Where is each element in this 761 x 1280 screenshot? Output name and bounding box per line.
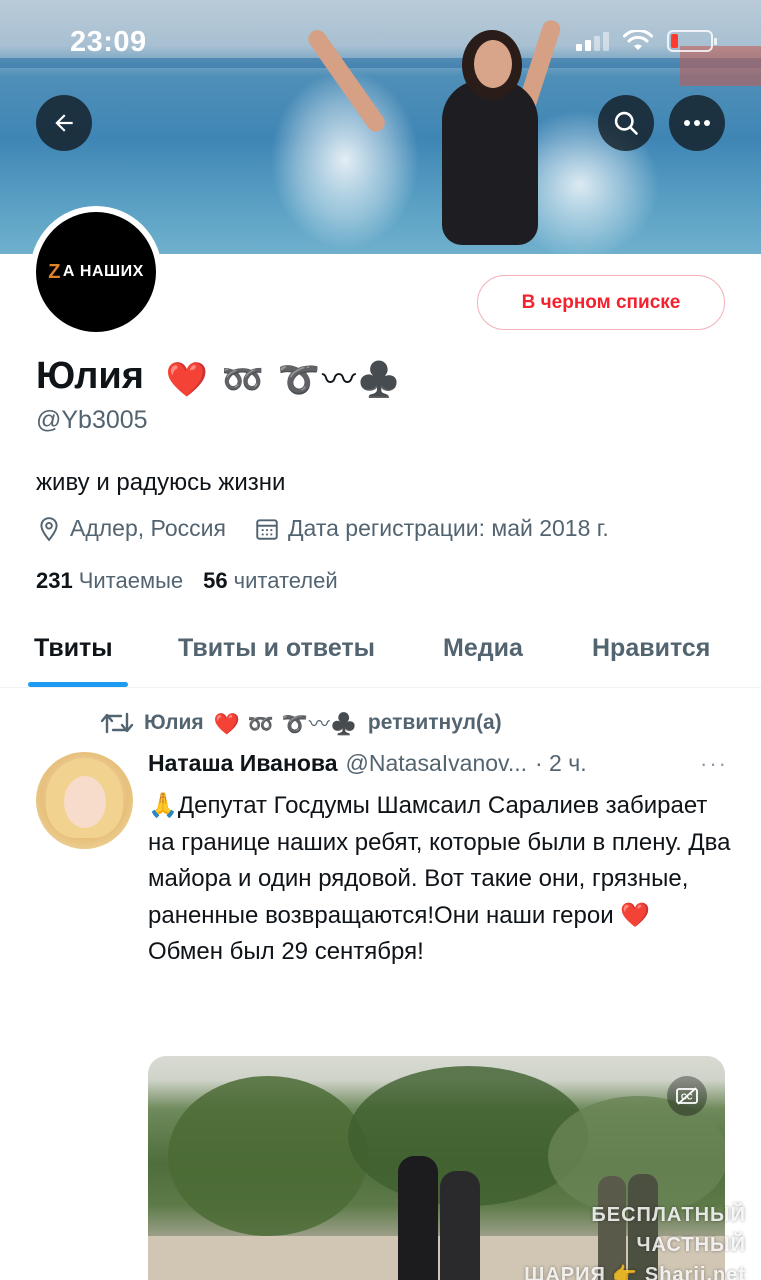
media-person [398,1156,438,1280]
tab-tweets[interactable]: Твиты [34,634,113,663]
profile-name: Юлия ❤️ ➿ ➰〰♣️ [36,352,402,401]
tweet-more-button[interactable]: ··· [700,751,728,777]
tweet-header: Наташа Иванова @NatasaIvanov... · 2 ч. ·… [148,750,728,777]
banner-figure [442,80,538,245]
display-name: Юлия [36,355,144,397]
join-date-text: Дата регистрации: май 2018 г. [287,515,609,541]
location-text: Адлер, Россия [70,515,226,541]
join-date: Дата регистрации: май 2018 г. [254,515,609,542]
retweeter-name: Юлия [144,711,204,734]
status-time: 23:09 [70,26,147,58]
blocked-button[interactable]: В черном списке [477,275,725,330]
active-tab-indicator [28,682,128,687]
watermark: БЕСПЛАТНЫЙ ЧАСТНЫЙ ШАРИЯ 👉 Sharij.net [486,1200,746,1280]
retweet-context[interactable]: Юлия ❤️ ➿ ➰〰♣️ ретвитнул(а) [100,708,502,738]
arrow-left-icon [55,114,73,132]
following-count: 231 [36,568,73,593]
back-button[interactable] [36,95,92,151]
cellular-signal-icon [576,31,609,51]
display-name-emoji: ❤️ ➿ ➰〰♣️ [165,361,403,399]
tweet-text: 🙏Депутат Госдумы Шамсаил Саралиев забира… [148,792,731,929]
status-icons [576,30,717,52]
media-trees [168,1076,368,1236]
tweet-body[interactable]: 🙏Депутат Госдумы Шамсаил Саралиев забира… [148,788,738,971]
following-label: Читаемые [78,568,184,593]
avatar-text: А НАШИХ [62,263,144,280]
tweet-text-line2: Обмен был 29 сентября! [148,938,424,965]
captions-button[interactable]: CC [667,1076,707,1116]
avatar-face [64,776,106,828]
profile-bio: живу и радуюсь жизни [36,469,286,496]
captions-off-icon: CC [676,1087,698,1105]
tweet-author-avatar[interactable] [36,752,133,849]
banner-splash [270,70,420,250]
tweet-author-name[interactable]: Наташа Иванова [148,750,338,777]
followers-count: 56 [203,568,228,593]
banner-horizon [0,58,761,68]
tweet-time[interactable]: · 2 ч. [535,750,587,777]
more-horizontal-icon [684,120,710,126]
retweet-icon [100,712,134,734]
search-button[interactable] [598,95,654,151]
search-icon [614,111,638,135]
banner-pier [680,46,761,86]
location-pin-icon [40,516,58,541]
battery-icon [667,30,717,52]
wifi-icon [623,30,653,50]
profile-tabs: Твиты Твиты и ответы Медиа Нравится [0,620,761,688]
profile-meta: Адлер, Россия Дата регистрации: май 2018… [36,515,609,542]
retweeter-emoji: ❤️ ➿ ➰〰♣️ [213,713,358,736]
banner-figure-face [474,40,512,88]
profile-avatar[interactable]: ZА НАШИХ [30,206,162,338]
more-options-button[interactable] [669,95,725,151]
tab-media[interactable]: Медиа [443,634,523,663]
watermark-line2: ШАРИЯ 👉 Sharij.net [524,1264,746,1280]
retweet-label: ретвитнул(а) [367,711,502,734]
avatar-z-letter: Z [48,260,61,283]
watermark-line1: БЕСПЛАТНЫЙ ЧАСТНЫЙ [591,1204,746,1256]
avatar-logo: ZА НАШИХ [36,212,156,332]
followers-link[interactable]: 56 читателей [203,568,338,594]
location: Адлер, Россия [36,515,226,542]
tweet-author-handle[interactable]: @NatasaIvanov... [346,750,527,777]
followers-label: читателей [233,568,338,593]
calendar-icon [256,518,278,540]
tab-likes[interactable]: Нравится [592,634,710,663]
profile-handle: @Yb3005 [36,406,148,434]
media-person [440,1171,480,1280]
following-link[interactable]: 231 Читаемые [36,568,183,594]
follow-counts: 231 Читаемые 56 читателей [36,568,338,594]
tab-tweets-replies[interactable]: Твиты и ответы [178,634,375,663]
